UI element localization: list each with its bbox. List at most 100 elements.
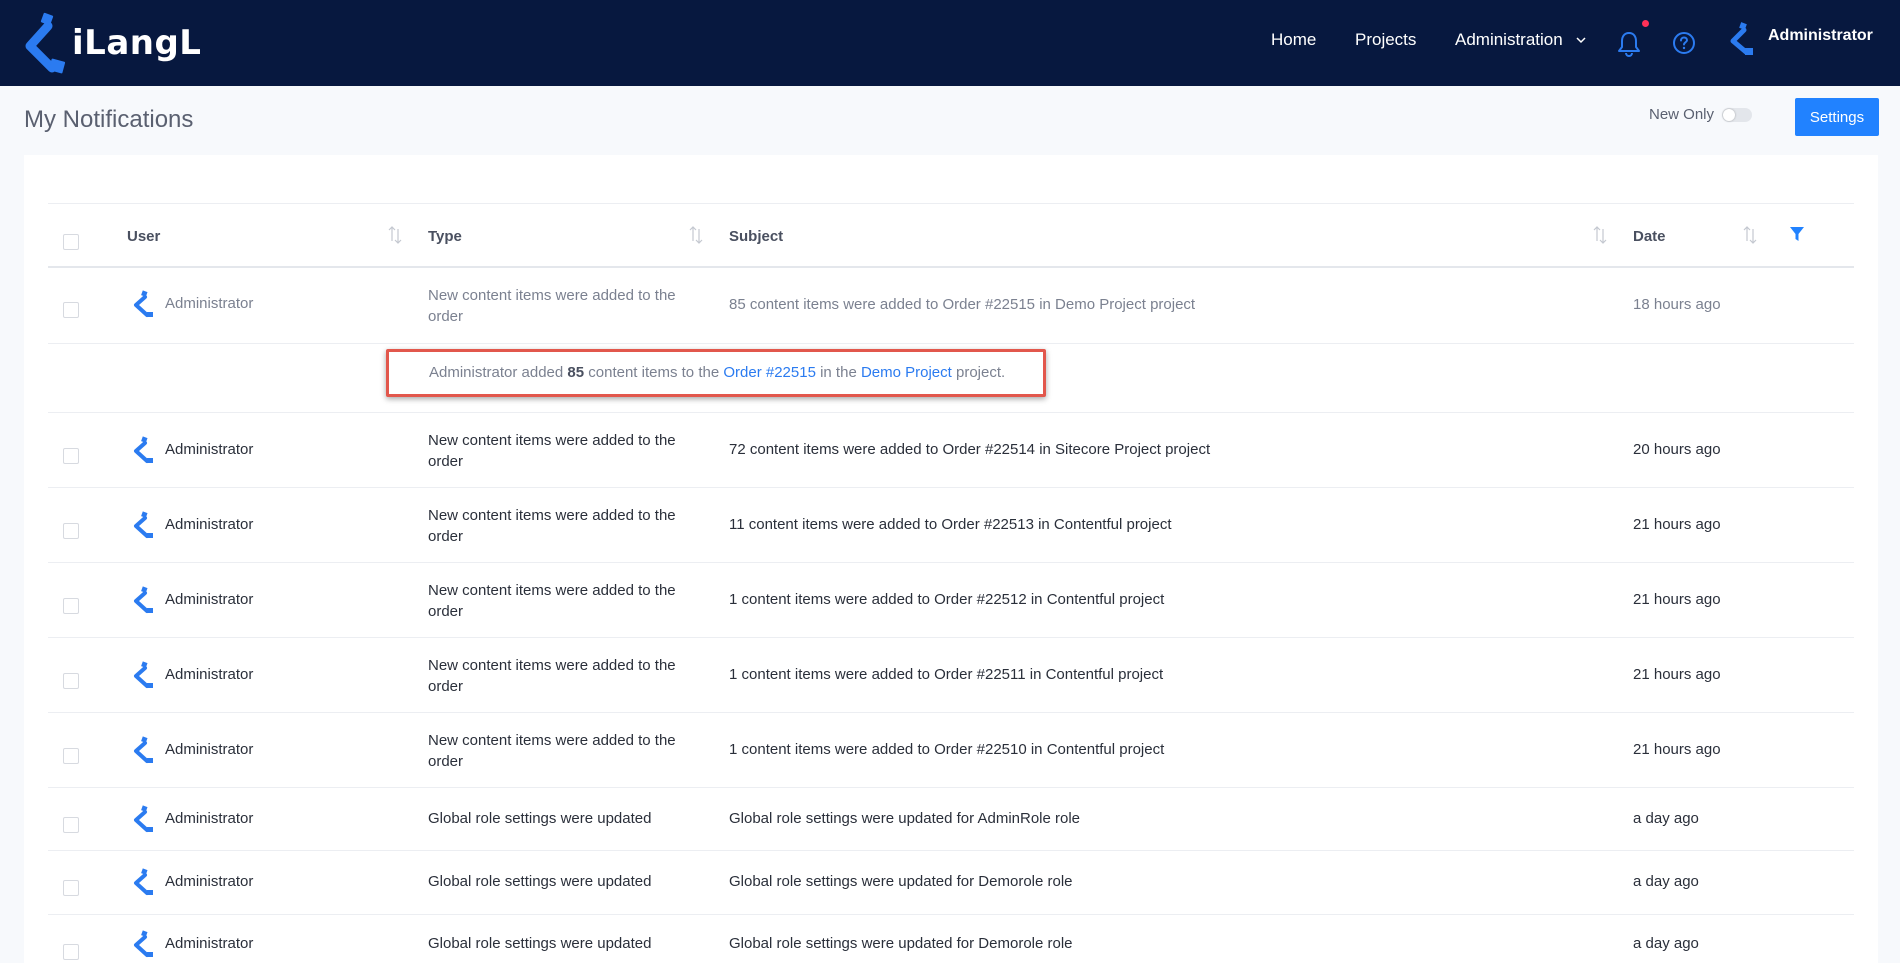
row-type: Global role settings were updated (428, 873, 652, 890)
detail-prefix: Administrator added (429, 364, 568, 381)
row-user: Administrator (165, 591, 254, 608)
ilangl-avatar-icon (134, 736, 153, 763)
row-checkbox[interactable] (63, 598, 79, 614)
new-only-toggle[interactable]: New Only (1649, 106, 1753, 123)
row-checkbox[interactable] (63, 880, 79, 896)
notification-badge (1642, 20, 1649, 27)
row-user: Administrator (165, 810, 254, 827)
order-link[interactable]: Order #22515 (723, 364, 816, 381)
row-checkbox[interactable] (63, 673, 79, 689)
page-title: My Notifications (24, 106, 194, 133)
ilangl-avatar-icon (134, 805, 153, 832)
table-row[interactable]: Administrator Global role settings were … (48, 851, 1854, 915)
row-checkbox[interactable] (63, 748, 79, 764)
row-date: 21 hours ago (1633, 666, 1721, 683)
table-row[interactable]: Administrator New content items were add… (48, 488, 1854, 563)
sort-arrows-icon[interactable] (388, 224, 402, 246)
detail-count: 85 (567, 364, 585, 381)
ilangl-avatar-icon (134, 661, 153, 688)
row-type: New content items were added to the orde… (428, 507, 676, 545)
table-row[interactable]: Administrator New content items were add… (48, 563, 1854, 638)
table-row[interactable]: Administrator New content items were add… (48, 638, 1854, 713)
top-navbar: iLangL Home Projects Administration Admi… (0, 0, 1900, 86)
row-user: Administrator (165, 516, 254, 533)
ilangl-avatar-icon (134, 436, 153, 463)
row-checkbox[interactable] (63, 817, 79, 833)
detail-message: Administrator added 85 content items to … (429, 364, 1005, 381)
row-subject: 11 content items were added to Order #22… (729, 516, 1172, 533)
ilangl-avatar-icon (134, 868, 153, 895)
row-type: New content items were added to the orde… (428, 582, 676, 620)
toggle-knob (1723, 108, 1736, 121)
nav-home[interactable]: Home (1271, 30, 1316, 50)
row-subject: Global role settings were updated for Ad… (729, 810, 1081, 827)
table-row[interactable]: Administrator Global role settings were … (48, 915, 1854, 963)
table-row[interactable]: Administrator Global role settings were … (48, 788, 1854, 851)
row-subject: 1 content items were added to Order #225… (729, 666, 1164, 683)
ilangl-logo-icon (25, 12, 66, 74)
row-date: 18 hours ago (1633, 296, 1721, 313)
row-user: Administrator (165, 873, 254, 890)
user-avatar-icon (1730, 22, 1753, 55)
notifications-table: User Type Subject Date Administrator New… (48, 203, 1854, 963)
table-row[interactable]: Administrator New content items were add… (48, 713, 1854, 788)
user-menu[interactable]: Administrator (1728, 22, 1873, 56)
detail-in-the: in the (815, 364, 861, 381)
row-checkbox[interactable] (63, 302, 79, 318)
row-date: a day ago (1633, 873, 1699, 890)
row-type: Global role settings were updated (428, 935, 652, 952)
row-subject: Global role settings were updated for De… (729, 873, 1073, 890)
highlighted-detail: Administrator added 85 content items to … (386, 349, 1046, 397)
row-type: New content items were added to the orde… (428, 657, 676, 695)
app-logo[interactable]: iLangL (22, 12, 201, 74)
table-row[interactable]: Administrator New content items were add… (48, 413, 1854, 488)
table-header: User Type Subject Date (48, 203, 1854, 268)
nav-administration[interactable]: Administration (1455, 30, 1587, 50)
logo-text: iLangL (72, 23, 202, 63)
row-date: 21 hours ago (1633, 741, 1721, 758)
table-row[interactable]: Administrator New content items were add… (48, 268, 1854, 344)
notifications-card: User Type Subject Date Administrator New… (24, 155, 1878, 963)
ilangl-avatar-icon (134, 511, 153, 538)
toggle-switch[interactable] (1722, 107, 1753, 122)
help-circle-icon[interactable] (1672, 31, 1696, 55)
row-subject: 72 content items were added to Order #22… (729, 441, 1211, 458)
row-user: Administrator (165, 441, 254, 458)
row-type: New content items were added to the orde… (428, 432, 676, 470)
nav-projects[interactable]: Projects (1355, 30, 1416, 50)
nav-administration-label: Administration (1455, 30, 1563, 49)
row-date: a day ago (1633, 935, 1699, 952)
row-user: Administrator (165, 295, 254, 312)
row-subject: 1 content items were added to Order #225… (729, 591, 1165, 608)
row-user: Administrator (165, 666, 254, 683)
current-user-name: Administrator (1768, 27, 1873, 44)
sort-arrows-icon[interactable] (1593, 224, 1607, 246)
sort-arrows-icon[interactable] (689, 224, 703, 246)
row-checkbox[interactable] (63, 523, 79, 539)
row-date: a day ago (1633, 810, 1699, 827)
row-type: New content items were added to the orde… (428, 287, 676, 325)
filter-icon[interactable] (1790, 226, 1804, 242)
row-date: 20 hours ago (1633, 441, 1721, 458)
row-date: 21 hours ago (1633, 591, 1721, 608)
row-date: 21 hours ago (1633, 516, 1721, 533)
column-header-subject[interactable]: Subject (729, 228, 783, 245)
settings-button[interactable]: Settings (1795, 98, 1879, 136)
select-all-checkbox[interactable] (63, 234, 79, 250)
row-checkbox[interactable] (63, 448, 79, 464)
row-type: Global role settings were updated (428, 810, 652, 827)
expanded-detail-row: Administrator added 85 content items to … (48, 344, 1854, 413)
row-subject: Global role settings were updated for De… (729, 935, 1073, 952)
new-only-label: New Only (1649, 106, 1715, 123)
ilangl-avatar-icon (134, 930, 153, 957)
column-header-type[interactable]: Type (428, 228, 462, 245)
sort-arrows-icon[interactable] (1743, 224, 1757, 246)
project-link[interactable]: Demo Project (861, 364, 952, 381)
row-user: Administrator (165, 741, 254, 758)
column-header-date[interactable]: Date (1633, 228, 1666, 245)
ilangl-avatar-icon (134, 586, 153, 613)
row-subject: 85 content items were added to Order #22… (729, 296, 1196, 313)
column-header-user[interactable]: User (127, 228, 160, 245)
row-checkbox[interactable] (63, 944, 79, 960)
bell-icon[interactable] (1616, 30, 1642, 58)
